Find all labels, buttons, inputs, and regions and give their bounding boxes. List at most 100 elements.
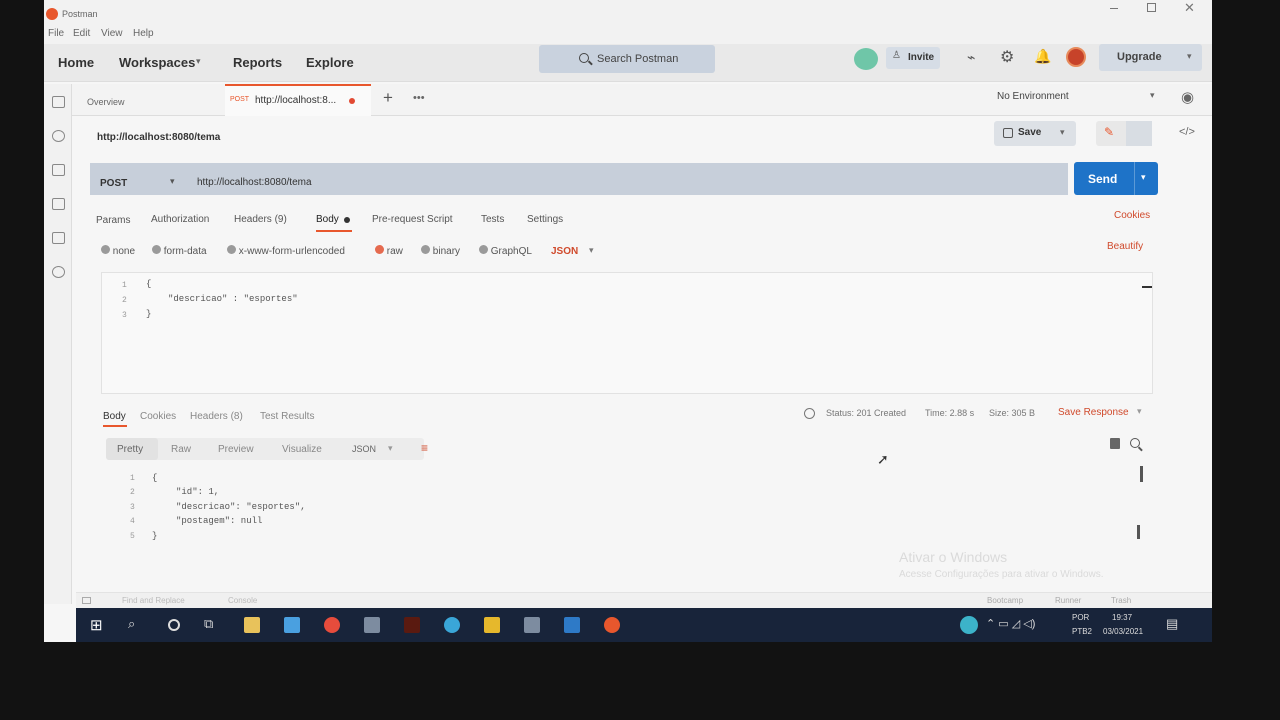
postman-taskbar-icon[interactable] <box>604 617 620 633</box>
chrome-icon[interactable] <box>324 617 340 633</box>
task-view-icon[interactable]: ⧉ <box>204 616 213 632</box>
url-input[interactable]: http://localhost:8080/tema <box>197 177 312 188</box>
collections-icon[interactable] <box>52 96 65 108</box>
menu-help[interactable]: Help <box>133 28 154 39</box>
find-replace-button[interactable]: Find and Replace <box>122 596 185 605</box>
body-type-raw[interactable]: raw <box>375 245 403 257</box>
console-button[interactable]: Console <box>228 596 257 605</box>
satellite-icon[interactable]: ⌁ <box>967 49 975 66</box>
response-tab-cookies[interactable]: Cookies <box>140 411 176 422</box>
tray-icons[interactable]: ⌃ ▭ ◿ ◁) <box>986 617 1035 630</box>
view-raw[interactable]: Raw <box>171 444 191 455</box>
vscode-icon[interactable] <box>564 617 580 633</box>
notifications-icon[interactable]: ▤ <box>1166 616 1178 632</box>
help-icon[interactable] <box>960 616 978 634</box>
scrollbar-thumb[interactable] <box>1140 466 1143 482</box>
avatar[interactable] <box>1066 47 1086 67</box>
minimize-icon[interactable] <box>1110 8 1118 9</box>
edge-icon[interactable] <box>444 617 460 633</box>
bell-icon[interactable]: 🔔 <box>1034 48 1051 65</box>
response-body-viewer[interactable]: 1 2 3 4 5 { "id": 1, "descricao": "espor… <box>106 468 1146 552</box>
body-type-binary[interactable]: binary <box>421 245 460 257</box>
search-icon[interactable]: ⌕ <box>128 616 135 632</box>
cookies-link[interactable]: Cookies <box>1114 210 1150 221</box>
wrap-lines-icon[interactable]: ≡ <box>421 441 428 455</box>
gear-icon[interactable]: ⚙ <box>1000 47 1014 67</box>
scrollbar-thumb[interactable] <box>1137 525 1140 539</box>
new-tab-icon[interactable]: + <box>383 88 393 108</box>
apis-icon[interactable] <box>52 130 65 142</box>
invite-button[interactable]: ♙ Invite <box>886 47 940 69</box>
code-icon[interactable]: </> <box>1179 126 1195 138</box>
body-type-graphql[interactable]: GraphQL <box>479 245 532 257</box>
clock-time[interactable]: 19:37 <box>1112 613 1132 622</box>
globe-icon[interactable] <box>804 408 815 419</box>
tab-pre-request-script[interactable]: Pre-request Script <box>372 214 453 225</box>
sticky-notes-icon[interactable] <box>484 617 500 633</box>
tab-body[interactable]: Body <box>316 214 339 225</box>
clock-date[interactable]: 03/03/2021 <box>1103 627 1143 636</box>
body-format-select[interactable]: JSON <box>551 246 578 257</box>
illustrator-icon[interactable] <box>404 617 420 633</box>
mock-servers-icon[interactable] <box>52 198 65 210</box>
tab-active-request[interactable]: POST http://localhost:8... <box>225 84 371 116</box>
chevron-down-icon[interactable]: ▾ <box>196 56 201 67</box>
sidebar-toggle-icon[interactable] <box>82 597 91 604</box>
monitors-icon[interactable] <box>52 232 65 244</box>
tab-authorization[interactable]: Authorization <box>151 214 209 225</box>
windows-start-icon[interactable]: ⊞ <box>90 616 103 634</box>
response-tab-body[interactable]: Body <box>103 411 126 422</box>
tab-tests[interactable]: Tests <box>481 214 504 225</box>
response-format-select[interactable]: JSON <box>352 444 376 454</box>
nav-explore[interactable]: Explore <box>306 55 354 70</box>
view-pretty[interactable]: Pretty <box>106 438 158 460</box>
keyboard-layout[interactable]: PTB2 <box>1072 627 1092 636</box>
save-button[interactable]: Save ▾ <box>994 121 1076 146</box>
environments-icon[interactable] <box>52 164 65 176</box>
nav-home[interactable]: Home <box>58 55 94 70</box>
view-preview[interactable]: Preview <box>218 444 254 455</box>
sync-status-icon[interactable] <box>854 48 878 70</box>
chevron-down-icon[interactable]: ▾ <box>170 176 175 187</box>
menu-view[interactable]: View <box>101 28 123 39</box>
maximize-icon[interactable] <box>1147 3 1156 12</box>
chevron-down-icon[interactable]: ▾ <box>589 245 594 256</box>
store-icon[interactable] <box>364 617 380 633</box>
send-button[interactable]: Send ▾ <box>1074 162 1158 195</box>
cortana-icon[interactable] <box>168 619 180 631</box>
copy-icon[interactable] <box>1110 438 1120 449</box>
history-icon[interactable] <box>52 266 65 278</box>
view-visualize[interactable]: Visualize <box>282 444 322 455</box>
tab-params[interactable]: Params <box>96 215 130 226</box>
mail-icon[interactable] <box>284 617 300 633</box>
environment-select[interactable]: No Environment ▾ <box>980 84 1170 110</box>
eye-icon[interactable]: ◉ <box>1181 88 1194 106</box>
bootcamp-button[interactable]: Bootcamp <box>987 596 1023 605</box>
response-tab-test-results[interactable]: Test Results <box>260 411 314 422</box>
menu-edit[interactable]: Edit <box>73 28 90 39</box>
keyboard-app-icon[interactable] <box>524 617 540 633</box>
chevron-down-icon[interactable]: ▾ <box>1137 406 1142 417</box>
nav-reports[interactable]: Reports <box>233 55 282 70</box>
nav-workspaces[interactable]: Workspaces <box>119 55 195 70</box>
more-tabs-icon[interactable]: ••• <box>413 92 425 104</box>
edit-mode-toggle[interactable]: ✎ <box>1096 121 1152 146</box>
body-type-form-data[interactable]: form-data <box>152 245 207 257</box>
response-tab-headers[interactable]: Headers (8) <box>190 411 243 422</box>
tab-headers[interactable]: Headers (9) <box>234 214 287 225</box>
upgrade-button[interactable]: Upgrade ▾ <box>1099 44 1202 71</box>
chevron-down-icon[interactable]: ▾ <box>388 443 393 454</box>
method-select[interactable]: POST <box>100 178 127 189</box>
tab-overview[interactable]: Overview <box>87 97 125 107</box>
input-language[interactable]: POR <box>1072 613 1089 622</box>
menu-file[interactable]: File <box>48 28 64 39</box>
save-response-button[interactable]: Save Response <box>1058 407 1129 418</box>
trash-button[interactable]: Trash <box>1111 596 1131 605</box>
tab-settings[interactable]: Settings <box>527 214 563 225</box>
search-box[interactable]: Search Postman <box>539 45 715 73</box>
body-type-none[interactable]: none <box>101 245 135 257</box>
close-icon[interactable]: ✕ <box>1184 0 1195 16</box>
request-body-editor[interactable]: 1 2 3 { "descricao" : "esportes" } <box>101 272 1153 394</box>
runner-button[interactable]: Runner <box>1055 596 1081 605</box>
file-explorer-icon[interactable] <box>244 617 260 633</box>
